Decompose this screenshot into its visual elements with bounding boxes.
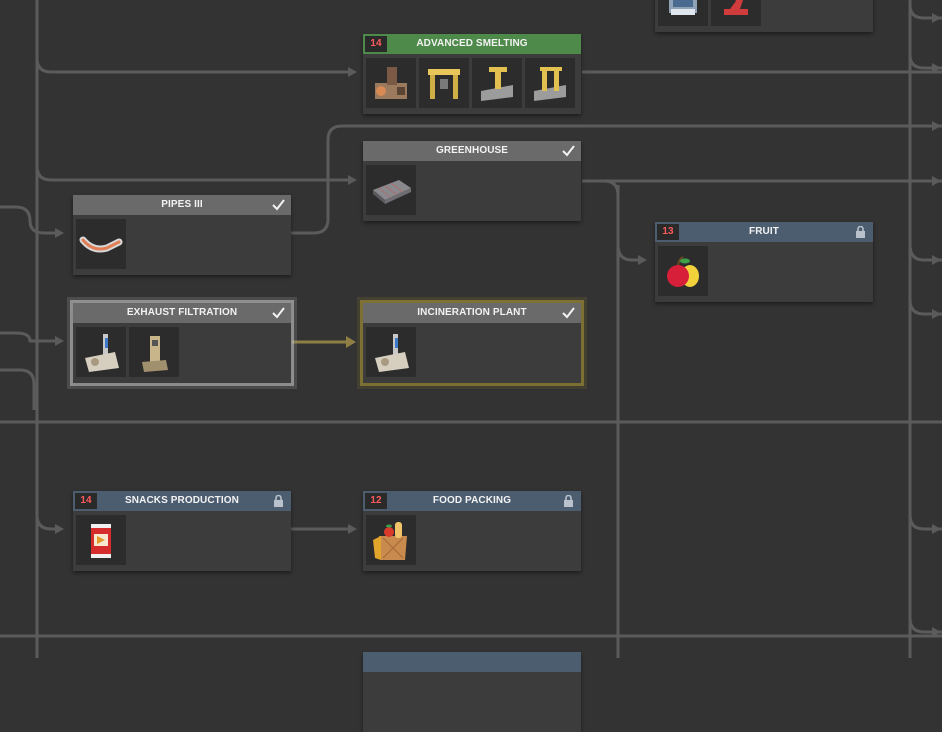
filtration-tower-icon bbox=[142, 336, 168, 372]
icon-slot[interactable] bbox=[76, 219, 126, 269]
tier-badge: 13 bbox=[657, 224, 679, 240]
node-header: INCINERATION PLANT bbox=[363, 303, 581, 323]
bottom-partial-node[interactable] bbox=[363, 652, 581, 732]
food-crate-icon bbox=[373, 522, 407, 560]
checkmark-icon bbox=[561, 303, 575, 323]
processor-machine-icon bbox=[669, 0, 697, 15]
icon-slot[interactable] bbox=[366, 58, 416, 108]
node-title: FOOD PACKING bbox=[432, 495, 512, 506]
node-title: EXHAUST FILTRATION bbox=[126, 307, 238, 318]
icon-slot[interactable] bbox=[658, 0, 708, 26]
node-header: 13 FRUIT bbox=[655, 222, 873, 242]
node-header: EXHAUST FILTRATION bbox=[73, 303, 291, 323]
fruit-icon bbox=[667, 256, 699, 287]
red-robot-arm-icon bbox=[724, 0, 748, 15]
exhaust-filter-icon bbox=[85, 334, 119, 372]
node-title: FRUIT bbox=[749, 226, 779, 237]
icon-slot[interactable] bbox=[472, 58, 522, 108]
node-title: PIPES III bbox=[161, 199, 203, 210]
node-incineration-plant[interactable]: INCINERATION PLANT bbox=[360, 300, 584, 386]
incinerator-icon bbox=[375, 334, 409, 372]
checkmark-icon bbox=[561, 141, 575, 161]
tier-badge: 14 bbox=[365, 36, 387, 52]
node-title: SNACKS PRODUCTION bbox=[125, 495, 239, 506]
node-header: GREENHOUSE bbox=[363, 141, 581, 161]
node-title: INCINERATION PLANT bbox=[417, 307, 527, 318]
lock-icon bbox=[561, 491, 575, 511]
node-food-packing[interactable]: 12 FOOD PACKING bbox=[363, 491, 581, 571]
node-header: 14 ADVANCED SMELTING bbox=[363, 34, 581, 54]
icon-slot[interactable] bbox=[76, 515, 126, 565]
node-header: 12 FOOD PACKING bbox=[363, 491, 581, 511]
greenhouse-tray-icon bbox=[373, 180, 411, 204]
node-header: 14 SNACKS PRODUCTION bbox=[73, 491, 291, 511]
icon-slot[interactable] bbox=[129, 327, 179, 377]
pipe-segment-icon bbox=[79, 236, 123, 253]
smelter-machine-icon bbox=[375, 67, 407, 99]
lock-icon bbox=[853, 222, 867, 242]
icon-slot[interactable] bbox=[366, 165, 416, 215]
node-greenhouse[interactable]: GREENHOUSE bbox=[363, 141, 581, 221]
snack-bag-icon bbox=[91, 524, 111, 558]
drilling-rig-icon bbox=[534, 67, 566, 101]
lock-icon bbox=[271, 491, 285, 511]
icon-slot[interactable] bbox=[658, 246, 708, 296]
node-pipes-iii[interactable]: PIPES III bbox=[73, 195, 291, 275]
tier-badge: 14 bbox=[75, 493, 97, 509]
sorting-arm-icon bbox=[481, 67, 513, 101]
icon-slot[interactable] bbox=[525, 58, 575, 108]
node-header: PIPES III bbox=[73, 195, 291, 215]
icon-slot[interactable] bbox=[711, 0, 761, 26]
node-snacks-production[interactable]: 14 SNACKS PRODUCTION bbox=[73, 491, 291, 571]
gantry-crane-icon bbox=[428, 69, 460, 99]
tier-badge: 12 bbox=[365, 493, 387, 509]
node-title: GREENHOUSE bbox=[435, 145, 509, 156]
node-title: ADVANCED SMELTING bbox=[416, 38, 528, 49]
icon-slot[interactable] bbox=[366, 327, 416, 377]
icon-slot[interactable] bbox=[366, 515, 416, 565]
top-partial-node[interactable] bbox=[655, 0, 873, 32]
checkmark-icon bbox=[271, 195, 285, 215]
icon-slot[interactable] bbox=[419, 58, 469, 108]
node-header bbox=[363, 652, 581, 672]
checkmark-icon bbox=[271, 303, 285, 323]
node-exhaust-filtration[interactable]: EXHAUST FILTRATION bbox=[70, 300, 294, 386]
icon-slot[interactable] bbox=[76, 327, 126, 377]
node-fruit[interactable]: 13 FRUIT bbox=[655, 222, 873, 302]
node-advanced-smelting[interactable]: 14 ADVANCED SMELTING bbox=[363, 34, 581, 114]
